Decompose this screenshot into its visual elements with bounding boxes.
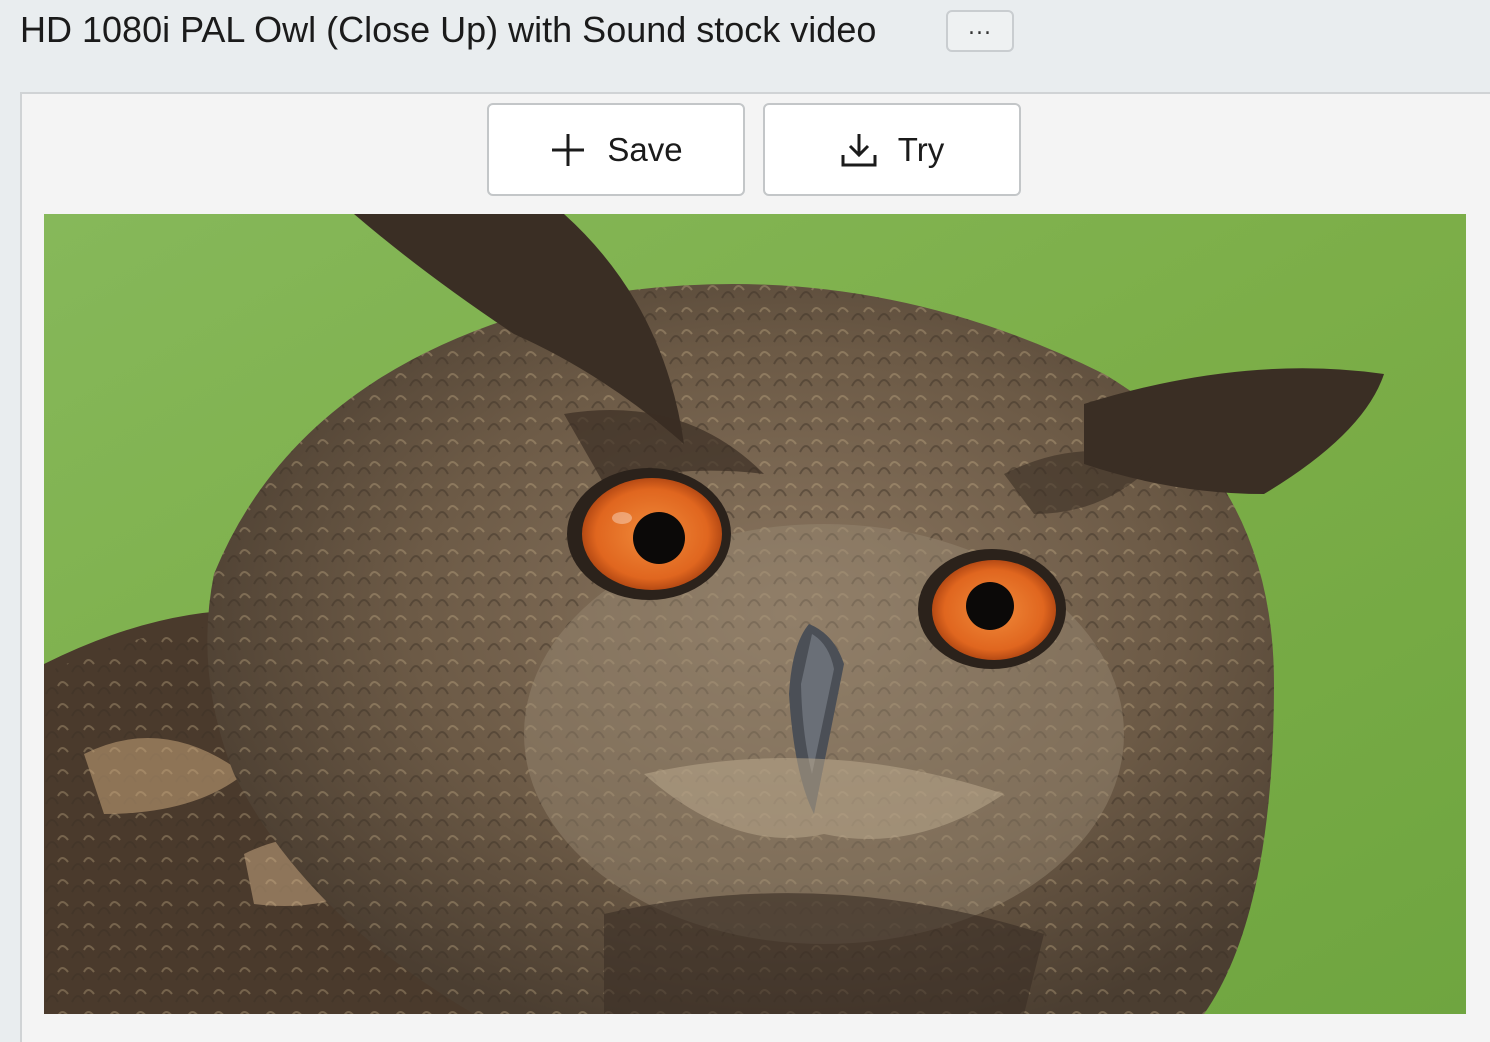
try-button-label: Try [897, 130, 945, 168]
more-options-button[interactable]: ... [946, 10, 1014, 52]
save-button[interactable]: Save [487, 103, 745, 196]
ellipsis-icon: ... [968, 15, 992, 40]
save-button-label: Save [607, 130, 683, 168]
owl-image [44, 214, 1466, 1014]
title-bar: HD 1080i PAL Owl (Close Up) with Sound s… [0, 0, 1490, 92]
plus-icon [549, 131, 587, 169]
page-title: HD 1080i PAL Owl (Close Up) with Sound s… [20, 9, 877, 50]
video-preview[interactable] [44, 214, 1466, 1014]
download-icon [840, 131, 878, 169]
try-download-button[interactable]: Try [763, 103, 1021, 196]
